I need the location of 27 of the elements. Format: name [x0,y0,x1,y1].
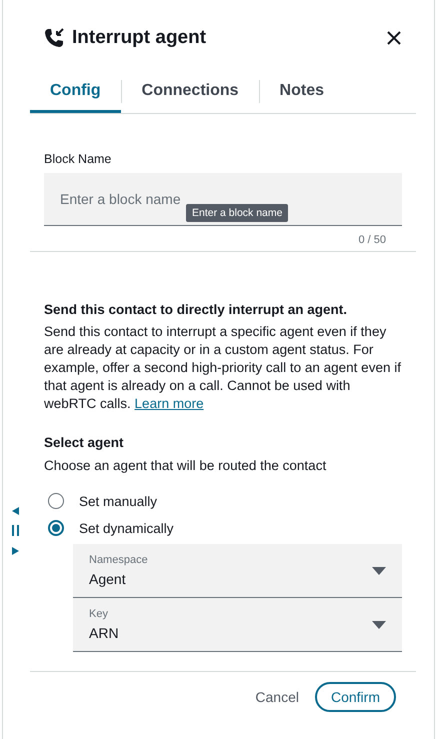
tab[interactable]: Config [30,78,121,113]
tab[interactable]: Notes [260,78,344,113]
close-icon[interactable] [386,30,402,46]
radio-button[interactable] [48,493,64,509]
tab[interactable]: Connections [122,78,259,113]
section-heading: Send this contact to directly interrupt an agent. [44,302,348,317]
learn-more-link[interactable]: Learn more [134,396,204,411]
radio-label: Set dynamically [79,520,174,536]
radio-button[interactable] [48,520,64,536]
phone-icon [44,28,64,48]
right-triangle-icon[interactable] [10,546,20,556]
cancel-button[interactable]: Cancel [255,683,299,711]
confirm-button[interactable]: Confirm [314,682,396,712]
hint-text: Choose an agent that will be routed the contact [44,458,328,473]
panel-title: Interrupt agent [72,27,208,49]
dropdown[interactable]: Namespace Agent [73,544,402,598]
tooltip: Enter a block name [186,204,288,222]
caret-icon [372,620,386,628]
caret-icon [372,566,386,574]
description-text: Send this contact to interrupt a specific agent even if they are already at capacity or in a custom agent status. For example, offer a second high-priority call to an agent even if that agent is already on a call. Cannot be used with webRTC calls. Learn more [44,323,402,413]
section-heading: Select agent [44,435,125,450]
left-triangle-icon[interactable] [10,506,20,516]
dropdown[interactable]: Key ARN [73,598,402,652]
field-label: Block Name [44,152,112,166]
radio-label: Set manually [79,494,158,508]
pause-icon[interactable] [10,525,20,537]
character-counter: 0 / 50 [358,234,386,246]
